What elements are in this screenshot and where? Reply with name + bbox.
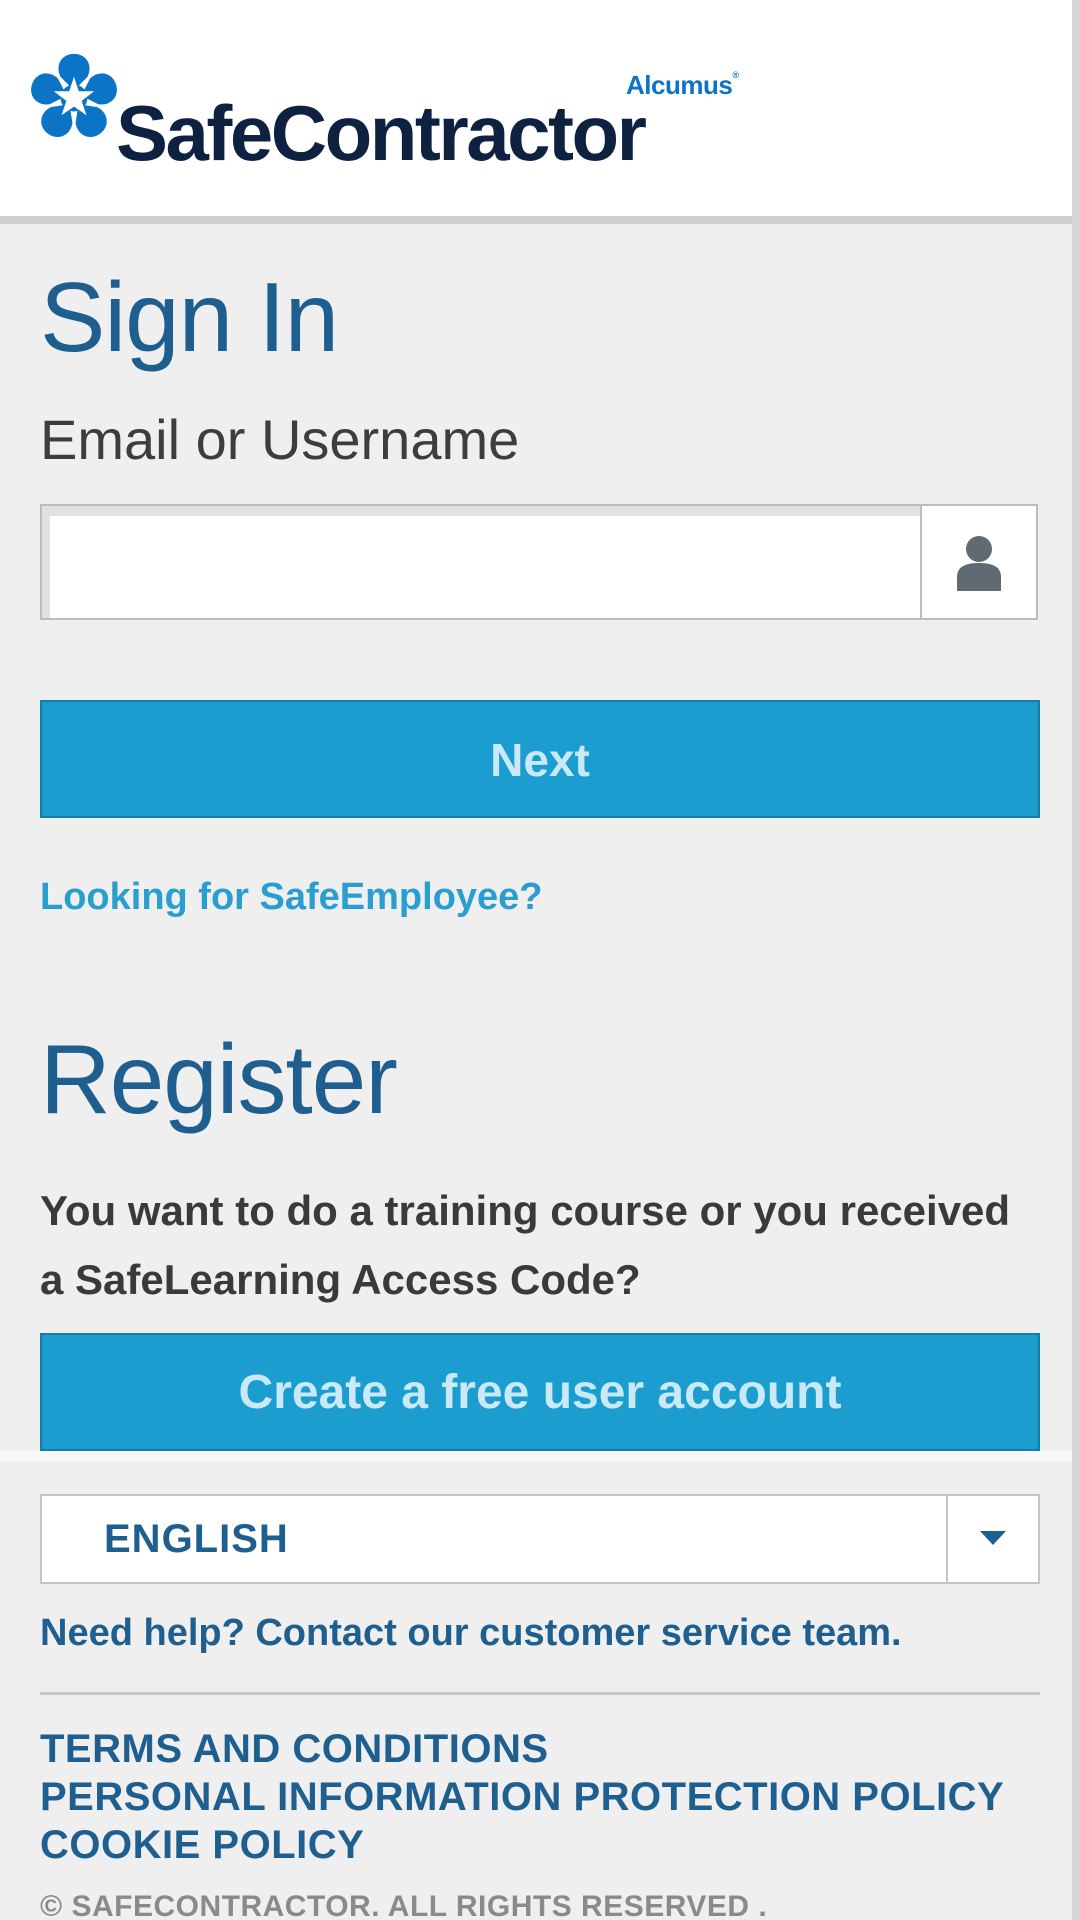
legal-links: TERMS AND CONDITIONS PERSONAL INFORMATIO… [40,1725,1004,1869]
caret-down-icon [980,1531,1006,1545]
safecontractor-wordmark: SafeContractor [116,89,647,177]
register-prompt: You want to do a training course or you … [40,1187,1011,1303]
register-title: Register [40,1024,398,1134]
copyright-text: © SAFECONTRACTOR. ALL RIGHTS RESERVED . [40,1890,768,1920]
create-account-button[interactable]: Create a free user account [40,1333,1040,1451]
next-button[interactable]: Next [40,700,1040,818]
site-header: Alcumus® SafeContractor [0,0,1080,216]
user-icon [957,536,1001,591]
language-select[interactable]: ENGLISH [40,1494,1040,1584]
language-value: ENGLISH [104,1517,289,1561]
signin-title: Sign In [40,262,339,372]
username-label: Email or Username [40,408,520,471]
language-caret[interactable] [946,1496,1038,1582]
help-link[interactable]: Need help? Contact our customer service … [40,1612,902,1655]
signin-page: Alcumus® SafeContractor Sign In Email or… [0,0,1080,1920]
terms-link[interactable]: TERMS AND CONDITIONS [40,1725,1004,1773]
username-field-group [40,504,1038,620]
username-input[interactable] [42,506,920,618]
safeemployee-link[interactable]: Looking for SafeEmployee? [40,876,543,919]
username-addon [920,506,1036,618]
privacy-policy-link[interactable]: PERSONAL INFORMATION PROTECTION POLICY [40,1773,1004,1821]
scrollbar-track[interactable] [1072,0,1080,1920]
footer-divider [0,1451,1072,1461]
star-flower-logo-icon [31,53,117,137]
footer-rule [40,1692,1040,1695]
header-divider [0,216,1080,224]
cookie-policy-link[interactable]: COOKIE POLICY [40,1821,1004,1869]
